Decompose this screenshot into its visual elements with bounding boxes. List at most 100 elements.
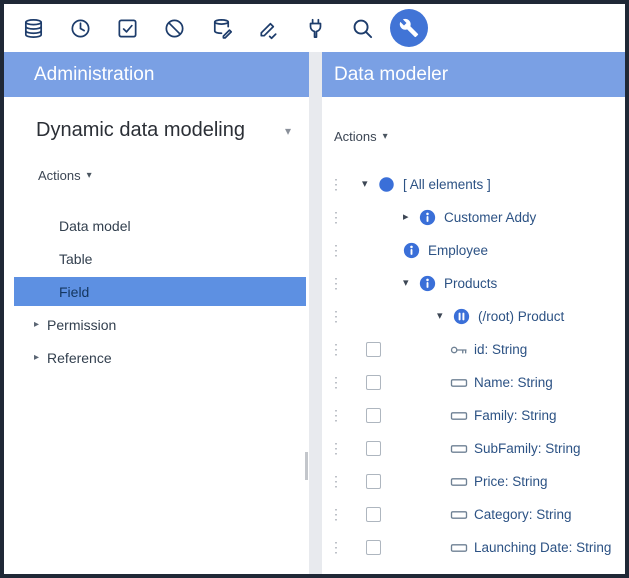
app-window: Administration Dynamic data modeling ▾ A… [0,0,629,578]
tree-row-field-launching-date[interactable]: ⋮ Launching Date: String [322,531,625,564]
field-icon [449,439,471,459]
field-icon [449,406,471,426]
left-actions-menu[interactable]: Actions ▾ [4,168,309,183]
tree-label: Launching Date: String [474,540,611,555]
drag-handle-icon[interactable]: ⋮ [328,209,344,226]
main-area: Administration Dynamic data modeling ▾ A… [4,52,625,574]
administration-content: Dynamic data modeling ▾ Actions ▾ Data m… [4,97,309,574]
key-icon [449,340,471,360]
tree-row-field-category[interactable]: ⋮ Category: String [322,498,625,531]
toolbar-admin-tools-button[interactable] [390,9,428,47]
right-panel-header: Data modeler [322,52,625,97]
field-icon [449,505,471,525]
toolbar-search-button[interactable] [343,9,381,47]
field-checkbox[interactable] [366,375,381,390]
menu-section-permission[interactable]: ▸ Permission [4,308,309,341]
caret-collapsed-icon: ▸ [34,319,39,330]
caret-collapsed-icon: ▸ [34,352,39,363]
drag-handle-icon[interactable]: ⋮ [328,341,344,358]
toolbar-edit-check-button[interactable] [249,9,287,47]
field-icon [449,373,471,393]
drag-handle-icon[interactable]: ⋮ [328,440,344,457]
tree-label: Category: String [474,507,572,522]
section-label: Permission [47,317,116,333]
field-checkbox[interactable] [366,540,381,555]
edit-check-icon [257,17,280,40]
drag-handle-icon[interactable]: ⋮ [328,308,344,325]
menu-item-table[interactable]: Table [4,242,309,275]
drag-handle-icon[interactable]: ⋮ [328,473,344,490]
field-checkbox[interactable] [366,408,381,423]
menu-section-reference[interactable]: ▸ Reference [4,341,309,374]
menu-item-data-model[interactable]: Data model [4,209,309,242]
toolbar-blocked-button[interactable] [155,9,193,47]
left-panel-scrollbar-thumb[interactable] [305,452,308,480]
menu-item-field[interactable]: Field [14,277,306,306]
toolbar-plug-button[interactable] [296,9,334,47]
tree-row-root-product[interactable]: ⋮ ▾ (/root) Product [322,300,625,333]
drag-handle-icon[interactable]: ⋮ [328,242,344,259]
right-actions-menu[interactable]: Actions ▾ [322,129,625,144]
element-circle-icon [378,176,400,193]
tree-label: Family: String [474,408,557,423]
page-title: Dynamic data modeling [36,119,245,142]
tree-row-field-id[interactable]: ⋮ id: String [322,333,625,366]
drag-handle-icon[interactable]: ⋮ [328,539,344,556]
data-modeler-panel: Data modeler Actions ▾ ⋮ ▾ [ All [322,52,625,574]
caret-expanded-icon[interactable]: ▾ [403,278,419,289]
caret-expanded-icon[interactable]: ▾ [437,311,453,322]
tree-row-customer-addy[interactable]: ⋮ ▸ Customer Addy [322,201,625,234]
left-panel-header: Administration [4,52,309,97]
tree-row-field-name[interactable]: ⋮ Name: String [322,366,625,399]
info-icon [419,209,441,226]
tree-label: id: String [474,342,527,357]
field-icon [449,538,471,558]
top-toolbar [4,4,625,52]
drag-handle-icon[interactable]: ⋮ [328,374,344,391]
checked-task-icon [116,17,139,40]
page-title-row: Dynamic data modeling ▾ [4,119,309,142]
schema-icon [453,308,475,325]
search-icon [351,17,374,40]
toolbar-clock-button[interactable] [61,9,99,47]
tree-label: (/root) Product [478,309,564,324]
drag-handle-icon[interactable]: ⋮ [328,275,344,292]
tree-row-field-price[interactable]: ⋮ Price: String [322,465,625,498]
data-model-tree: ⋮ ▾ [ All elements ] ⋮ ▸ [322,168,625,564]
tree-label: SubFamily: String [474,441,581,456]
tree-label: Price: String [474,474,548,489]
toolbar-data-edit-button[interactable] [202,9,240,47]
field-checkbox[interactable] [366,441,381,456]
tree-row-field-family[interactable]: ⋮ Family: String [322,399,625,432]
field-checkbox[interactable] [366,474,381,489]
left-menu: Data model Table Field ▸ Permission ▸ Re… [4,209,309,374]
database-edit-icon [210,17,233,40]
field-checkbox[interactable] [366,507,381,522]
tree-row-employee[interactable]: ⋮ Employee [322,234,625,267]
drag-handle-icon[interactable]: ⋮ [328,407,344,424]
drag-handle-icon[interactable]: ⋮ [328,176,344,193]
chevron-down-icon: ▾ [383,131,388,142]
caret-expanded-icon[interactable]: ▾ [362,179,378,190]
title-dropdown-caret-icon[interactable]: ▾ [285,124,291,138]
tree-row-all-elements[interactable]: ⋮ ▾ [ All elements ] [322,168,625,201]
wrench-icon [399,18,419,38]
tree-row-field-subfamily[interactable]: ⋮ SubFamily: String [322,432,625,465]
toolbar-tasks-button[interactable] [108,9,146,47]
drag-handle-icon[interactable]: ⋮ [328,506,344,523]
data-modeler-content: Actions ▾ ⋮ ▾ [ All elements ] [322,97,625,574]
field-checkbox[interactable] [366,342,381,357]
blocked-icon [163,17,186,40]
tree-label: [ All elements ] [403,177,491,192]
actions-label: Actions [38,168,81,183]
field-icon [449,472,471,492]
info-icon [419,275,441,292]
tree-label: Products [444,276,497,291]
panel-divider [309,52,322,574]
tree-row-products[interactable]: ⋮ ▾ Products [322,267,625,300]
tree-label: Customer Addy [444,210,536,225]
plug-icon [304,17,327,40]
toolbar-database-button[interactable] [14,9,52,47]
section-label: Reference [47,350,112,366]
caret-collapsed-icon[interactable]: ▸ [403,212,419,223]
